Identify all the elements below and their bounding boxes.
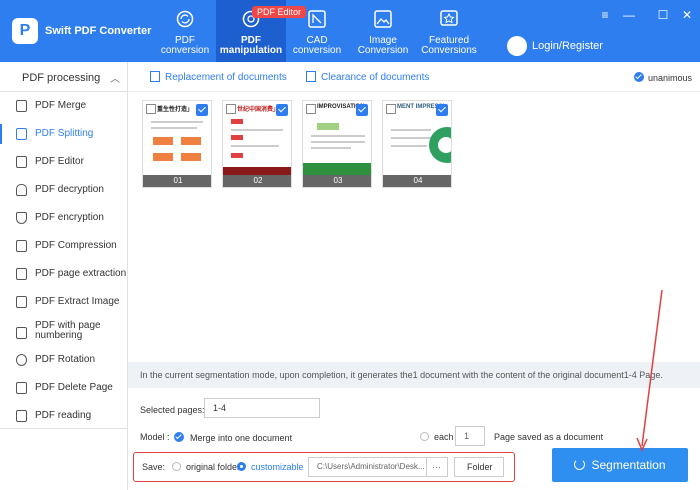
tab-featured-conversions[interactable]: Featured Conversions [414,0,484,62]
extract-icon [16,268,27,280]
trash-icon [306,71,316,82]
replace-documents-button[interactable]: Replacement of documents [150,71,287,83]
close-icon[interactable]: ✕ [680,8,694,22]
cad-icon [308,10,326,28]
rotate-icon[interactable] [226,104,236,114]
unlock-icon [16,184,27,196]
rotate-icon[interactable] [386,104,396,114]
each-pages-input[interactable]: 1 [455,426,485,446]
sidebar-item-pdf-splitting[interactable]: PDF Splitting [0,120,128,148]
sidebar-item-pdf-page-extraction[interactable]: PDF page extraction [0,260,128,288]
shield-icon [16,212,27,224]
menu-icon[interactable]: ≡ [598,8,612,22]
merge-icon [16,100,27,112]
original-folder-radio[interactable]: original folder [172,462,240,472]
model-label: Model : [140,432,170,442]
numbering-icon [16,327,27,339]
image-icon [16,296,27,308]
avatar[interactable] [507,36,527,56]
save-label: Save: [142,462,166,472]
rotate-icon[interactable] [306,104,316,114]
sidebar-item-pdf-decryption[interactable]: PDF decryption [0,176,128,204]
refresh-icon [176,10,194,28]
star-icon [440,10,458,26]
check-icon [634,72,644,82]
sidebar: PDF processing ︿ PDF Merge PDF Splitting… [0,62,128,490]
sidebar-item-pdf-extract-image[interactable]: PDF Extract Image [0,288,128,316]
page-checkbox[interactable] [196,104,208,116]
main-panel: Replacement of documents Clearance of do… [128,62,700,490]
app-name: Swift PDF Converter [45,25,152,37]
sidebar-item-pdf-editor[interactable]: PDF Editor [0,148,128,176]
page-thumbnail[interactable]: MENT IMPRESSI 04 [382,100,452,188]
sidebar-header[interactable]: PDF processing ︿ [0,62,128,92]
tab-pdf-conversion[interactable]: PDF conversion [150,0,220,62]
edit-icon [16,156,27,168]
sidebar-item-pdf-merge[interactable]: PDF Merge [0,92,128,120]
rotate-icon [16,354,27,366]
book-icon [16,410,27,422]
compress-icon [16,240,27,252]
sidebar-item-pdf-delete-page[interactable]: PDF Delete Page [0,374,128,402]
info-bar: In the current segmentation mode, upon c… [128,362,700,388]
minimize-icon[interactable]: — [622,8,636,22]
sidebar-item-pdf-encryption[interactable]: PDF encryption [0,204,128,232]
replace-icon [150,71,160,82]
app-logo: P [12,18,38,44]
login-register-link[interactable]: Login/Register [532,40,603,52]
browse-more-button[interactable]: ··· [426,457,448,477]
sidebar-item-pdf-rotation[interactable]: PDF Rotation [0,346,128,374]
page-checkbox[interactable] [356,104,368,116]
clear-documents-button[interactable]: Clearance of documents [306,71,429,83]
customizable-radio[interactable]: customizable [237,462,304,472]
check-icon [174,432,184,442]
top-bar: P Swift PDF Converter PDF conversion PDF m… [0,0,700,62]
toolbar: Replacement of documents Clearance of do… [128,62,700,92]
chevron-up-icon: ︿ [110,74,120,85]
sidebar-item-pdf-reading[interactable]: PDF reading [0,402,128,430]
image-icon [374,10,392,28]
folder-button[interactable]: Folder [454,457,504,477]
each-radio[interactable]: each [420,432,454,442]
delete-page-icon [16,382,27,394]
page-thumbnail[interactable]: 重生性打造」 01 [142,100,212,188]
selected-pages-input[interactable]: 1-4 [204,398,320,418]
maximize-icon[interactable]: ☐ [656,8,670,22]
selected-pages-label: Selected pages: [140,405,205,415]
unanimous-checkbox[interactable]: unanimous [634,72,692,83]
sidebar-item-pdf-page-numbering[interactable]: PDF with page numbering [0,316,128,350]
save-options: Save: original folder customizable C:\Us… [133,452,515,482]
refresh-icon [574,459,586,470]
sidebar-divider [0,428,128,429]
page-thumbnail[interactable]: IMPROVISATION 03 [302,100,372,188]
merge-radio[interactable]: Merge into one document [174,432,292,443]
tab-image-conversion[interactable]: Image Conversion [348,0,418,62]
split-icon [16,128,27,140]
page-checkbox[interactable] [276,104,288,116]
sidebar-item-pdf-compression[interactable]: PDF Compression [0,232,128,260]
page-checkbox[interactable] [436,104,448,116]
page-thumbnail[interactable]: 世纪中国消费」 02 [222,100,292,188]
segmentation-info-text: In the current segmentation mode, upon c… [140,370,663,380]
rotate-icon[interactable] [146,104,156,114]
segmentation-button[interactable]: Segmentation [552,448,688,482]
each-suffix-label: Page saved as a document [494,432,604,442]
tab-cad-conversion[interactable]: CAD conversion [282,0,352,62]
